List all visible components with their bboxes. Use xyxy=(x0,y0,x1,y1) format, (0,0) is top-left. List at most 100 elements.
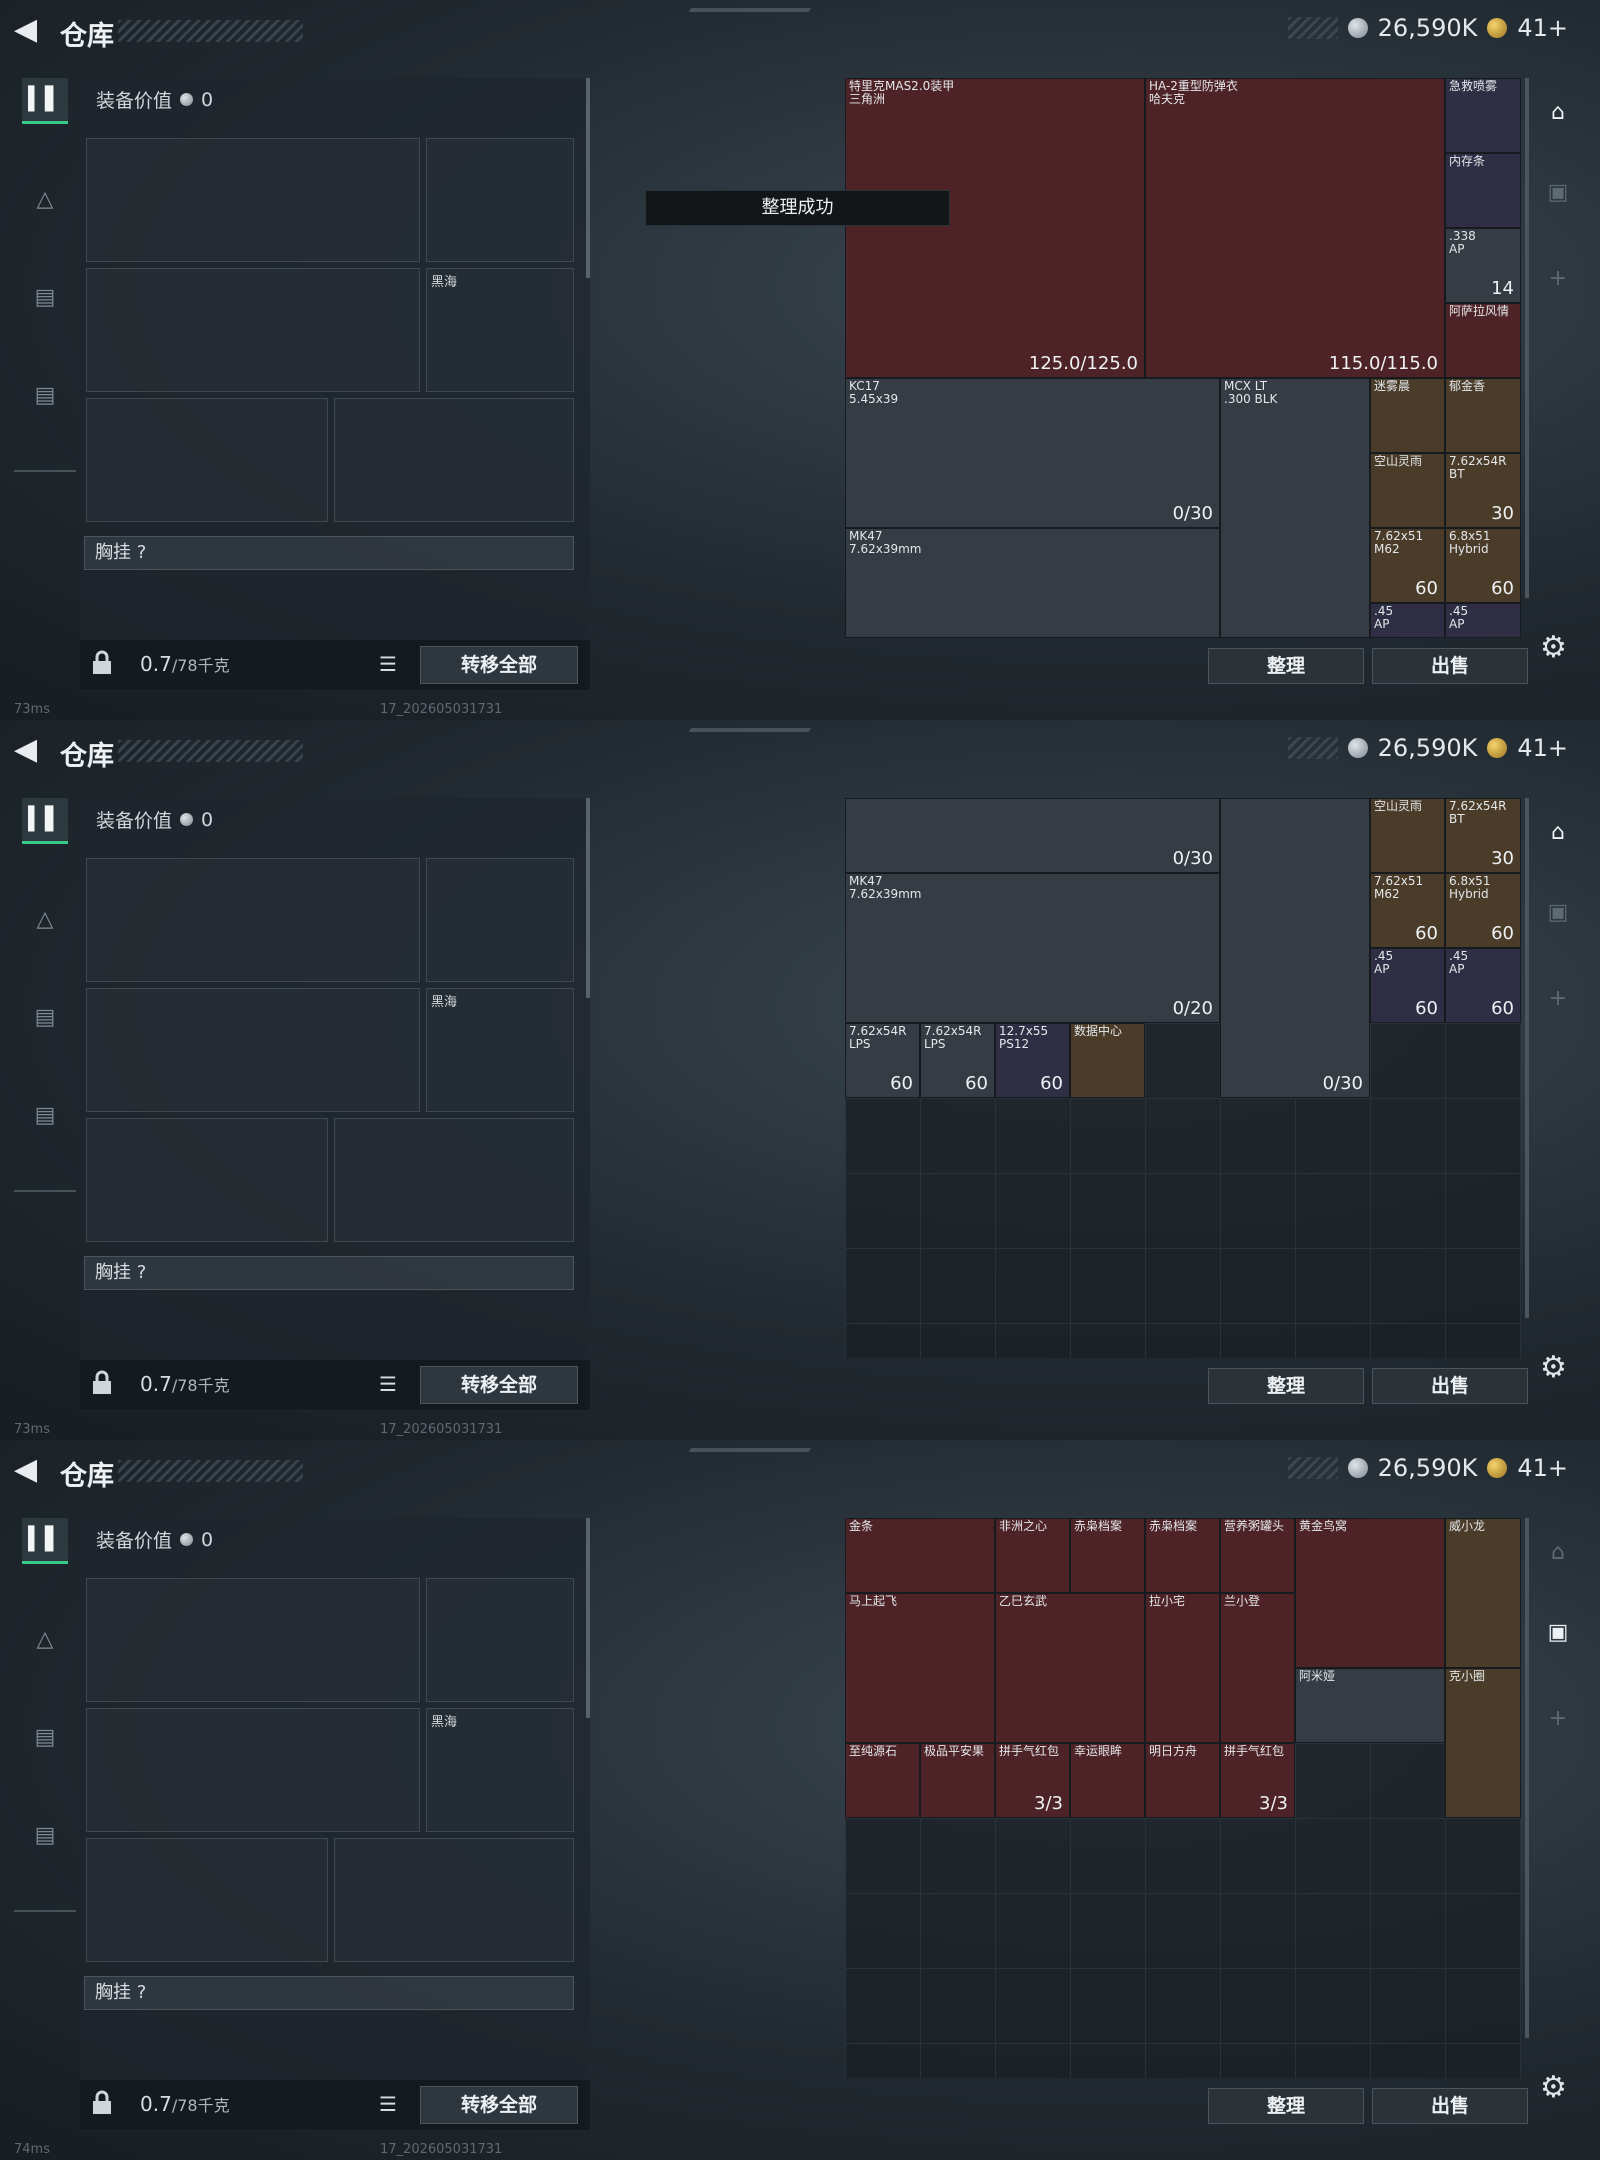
item-red-packet[interactable]: 拼手气红包 3/3 xyxy=(1220,1743,1295,1818)
storage-scrollbar[interactable] xyxy=(1525,798,1529,1318)
helmet-slot[interactable] xyxy=(86,1118,328,1242)
item-mk47[interactable]: MK47 7.62x39mm xyxy=(845,528,1220,638)
item-firstaid[interactable]: 急救喷雾 xyxy=(1445,78,1521,153)
armor-slot[interactable] xyxy=(334,1118,574,1242)
sell-button[interactable]: 出售 xyxy=(1372,648,1528,684)
item-file[interactable]: 赤枭档案 xyxy=(1145,1518,1220,1593)
item-drink-asala[interactable]: 阿萨拉风情 xyxy=(1445,303,1521,378)
gear-icon[interactable]: ⚙ xyxy=(1540,630,1567,665)
sort-button[interactable]: 整理 xyxy=(1208,648,1364,684)
case-icon[interactable]: ▤ xyxy=(22,1092,68,1138)
helmet-slot[interactable] xyxy=(86,1838,328,1962)
storage-scrollbar[interactable] xyxy=(1525,78,1529,598)
item-ram[interactable]: 内存条 xyxy=(1445,153,1521,228)
item-figure-lan[interactable]: 兰小登 xyxy=(1220,1593,1295,1743)
item-ammo-762x54[interactable]: 7.62x54R BT 30 xyxy=(1445,453,1521,528)
back-icon[interactable]: ◀ xyxy=(14,734,42,766)
item-heart-africa[interactable]: 非洲之心 xyxy=(995,1518,1070,1593)
sell-button[interactable]: 出售 xyxy=(1372,1368,1528,1404)
item-amiya[interactable]: 阿米娅 xyxy=(1295,1668,1445,1743)
plus-icon[interactable]: + xyxy=(1534,258,1582,298)
secondary-weapon-slot[interactable] xyxy=(86,988,420,1112)
camera-icon[interactable]: ▣ xyxy=(1534,172,1582,212)
item-mk47[interactable]: MK47 7.62x39mm 0/20 xyxy=(845,873,1220,1023)
armor-icon[interactable]: △ xyxy=(22,1616,68,1662)
primary-weapon-slot[interactable] xyxy=(86,858,420,982)
armor-slot[interactable] xyxy=(334,1838,574,1962)
melee-slot[interactable]: 黑海 xyxy=(426,1708,574,1832)
back-icon[interactable]: ◀ xyxy=(14,1454,42,1486)
item-golden-nest[interactable]: 黄金鸟窝 xyxy=(1295,1518,1445,1668)
home-icon[interactable]: ⌂ xyxy=(1534,812,1582,852)
melee-slot[interactable]: 黑海 xyxy=(426,268,574,392)
item-figure-wei[interactable]: 威小龙 xyxy=(1445,1518,1521,1668)
item-mcx[interactable]: 0/30 xyxy=(1220,798,1370,1098)
item-apple[interactable]: 极品平安果 xyxy=(920,1743,995,1818)
item-lucky-eye[interactable]: 幸运眼眸 xyxy=(1070,1743,1145,1818)
storage-grid[interactable]: 0/30 空山灵雨 7.62x54R BT 30 MK47 7.62x39mm 0/… xyxy=(845,798,1521,1358)
transfer-all-button[interactable]: 转移全部 xyxy=(420,1366,578,1404)
plus-icon[interactable]: + xyxy=(1534,978,1582,1018)
home-icon[interactable]: ⌂ xyxy=(1534,92,1582,132)
chest-help[interactable]: ? xyxy=(137,1262,147,1283)
chest-rig-slot[interactable]: 胸挂 ? xyxy=(84,1256,574,1290)
item-ammo-68x51[interactable]: 6.8x51 Hybrid 60 xyxy=(1445,528,1521,603)
back-icon[interactable]: ◀ xyxy=(14,14,42,46)
item-kc17[interactable]: 0/30 xyxy=(845,798,1220,873)
transfer-all-button[interactable]: 转移全部 xyxy=(420,2086,578,2124)
backpack-icon[interactable]: ▤ xyxy=(22,274,68,320)
camera-icon[interactable]: ▣ xyxy=(1534,1612,1582,1652)
item-turtle[interactable]: 乙巳玄武 xyxy=(995,1593,1145,1743)
chest-help[interactable]: ? xyxy=(137,1982,147,2003)
storage-scrollbar[interactable] xyxy=(1525,1518,1529,2038)
item-ammo-lps[interactable]: 7.62x54R LPS 60 xyxy=(845,1023,920,1098)
item-mcx[interactable]: MCX LT .300 BLK xyxy=(1220,378,1370,638)
case-icon[interactable]: ▤ xyxy=(22,1812,68,1858)
item-canned-food[interactable]: 营养粥罐头 xyxy=(1220,1518,1295,1593)
gun-icon[interactable]: ▍▌ xyxy=(22,1518,68,1564)
item-file[interactable]: 赤枭档案 xyxy=(1070,1518,1145,1593)
list-icon[interactable]: ☰ xyxy=(376,652,400,676)
secondary-weapon-slot[interactable] xyxy=(86,268,420,392)
home-icon[interactable]: ⌂ xyxy=(1534,1532,1582,1572)
pistol-slot[interactable] xyxy=(426,138,574,262)
gear-icon[interactable]: ⚙ xyxy=(1540,1350,1567,1385)
gun-icon[interactable]: ▍▌ xyxy=(22,78,68,124)
storage-grid[interactable]: 金条 非洲之心 赤枭档案 赤枭档案 营养粥罐头 黄金鸟窝 威小龙 马上起飞 乙巳… xyxy=(845,1518,1521,2078)
sell-button[interactable]: 出售 xyxy=(1372,2088,1528,2124)
item-ammo-338[interactable]: .338 AP 14 xyxy=(1445,228,1521,303)
item-drink-rain[interactable]: 空山灵雨 xyxy=(1370,453,1445,528)
backpack-icon[interactable]: ▤ xyxy=(22,994,68,1040)
item-drink-mist[interactable]: 迷雾晨 xyxy=(1370,378,1445,453)
gear-icon[interactable]: ⚙ xyxy=(1540,2070,1567,2105)
item-ammo-lps[interactable]: 7.62x54R LPS 60 xyxy=(920,1023,995,1098)
gun-icon[interactable]: ▍▌ xyxy=(22,798,68,844)
item-red-packet[interactable]: 拼手气红包 3/3 xyxy=(995,1743,1070,1818)
item-kc17[interactable]: KC17 5.45x39 0/30 xyxy=(845,378,1220,528)
chest-rig-slot[interactable]: 胸挂 ? xyxy=(84,536,574,570)
pistol-slot[interactable] xyxy=(426,858,574,982)
item-arknights[interactable]: 明日方舟 xyxy=(1145,1743,1220,1818)
primary-weapon-slot[interactable] xyxy=(86,1578,420,1702)
item-ammo-45[interactable]: .45 AP xyxy=(1445,603,1521,638)
item-drink-rain[interactable]: 空山灵雨 xyxy=(1370,798,1445,873)
item-figure-ke[interactable]: 克小圈 xyxy=(1445,1668,1521,1818)
item-ammo-127[interactable]: 12.7x55 PS12 60 xyxy=(995,1023,1070,1098)
chest-help[interactable]: ? xyxy=(137,542,147,563)
scrollbar[interactable] xyxy=(586,1518,590,1718)
scrollbar[interactable] xyxy=(586,798,590,998)
item-ammo-45[interactable]: .45 AP 60 xyxy=(1370,948,1445,1023)
case-icon[interactable]: ▤ xyxy=(22,372,68,418)
armor-slot[interactable] xyxy=(334,398,574,522)
melee-slot[interactable]: 黑海 xyxy=(426,988,574,1112)
armor-icon[interactable]: △ xyxy=(22,176,68,222)
camera-icon[interactable]: ▣ xyxy=(1534,892,1582,932)
item-ammo-762x51[interactable]: 7.62x51 M62 60 xyxy=(1370,528,1445,603)
list-icon[interactable]: ☰ xyxy=(376,2092,400,2116)
item-armor-ha2[interactable]: HA-2重型防弹衣 哈夫克 115.0/115.0 xyxy=(1145,78,1445,378)
item-ammo-762x51[interactable]: 7.62x51 M62 60 xyxy=(1370,873,1445,948)
item-gold-bar[interactable]: 金条 xyxy=(845,1518,995,1593)
item-ammo-45[interactable]: .45 AP xyxy=(1370,603,1445,638)
scrollbar[interactable] xyxy=(586,78,590,278)
transfer-all-button[interactable]: 转移全部 xyxy=(420,646,578,684)
